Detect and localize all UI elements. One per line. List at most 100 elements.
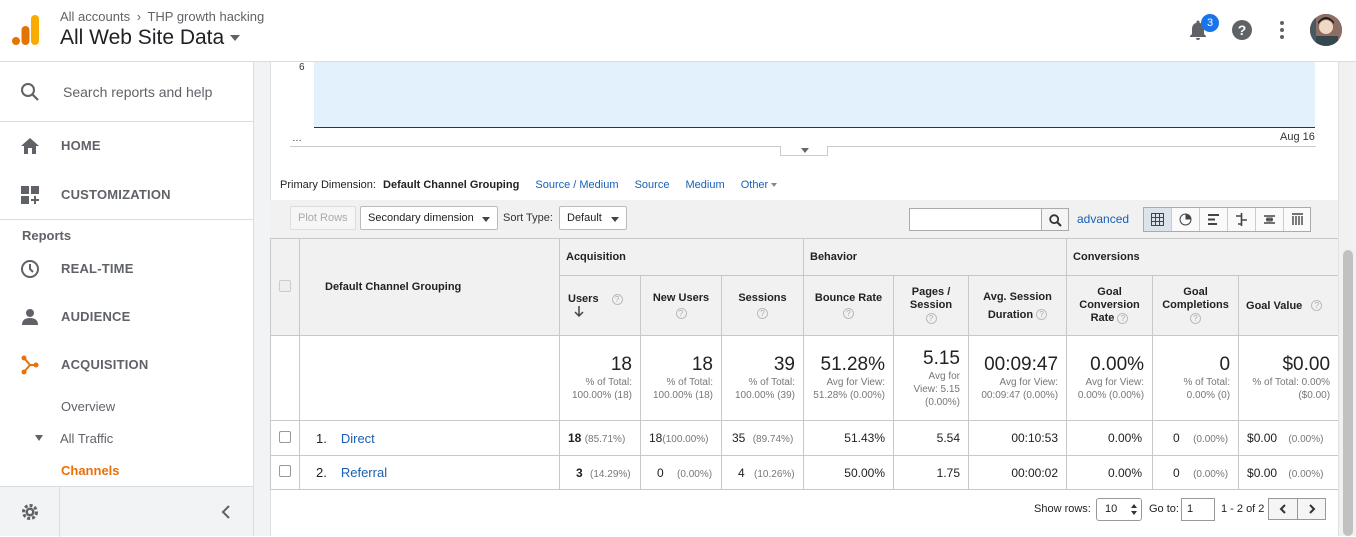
help-icon[interactable]: ?	[925, 312, 937, 324]
collapse-sidebar-icon[interactable]	[219, 505, 233, 519]
total-pages-session: 5.15 Avg for View: 5.15 (0.00%)	[893, 335, 969, 421]
sidebar-item-audience[interactable]: AUDIENCE	[0, 294, 253, 342]
comparison-view-button[interactable]	[1228, 208, 1256, 231]
row-select-cell	[270, 420, 300, 456]
totals-row: 18% of Total: 100.00% (18) 18% of Total:…	[270, 335, 1340, 421]
goto-input[interactable]: 1	[1181, 498, 1215, 521]
col-sessions[interactable]: Sessions?	[721, 275, 804, 336]
col-avg-session-duration[interactable]: Avg. Session Duration ?	[967, 275, 1068, 336]
col-goal-value[interactable]: Goal Value ?	[1238, 275, 1340, 336]
prev-page-button[interactable]	[1269, 499, 1298, 519]
dimension-source[interactable]: Source	[635, 179, 670, 191]
sidebar-item-acquisition[interactable]: ACQUISITION	[0, 342, 253, 390]
help-icon[interactable]: ?	[1117, 312, 1129, 324]
select-all-cell	[270, 238, 300, 336]
row-users-value: 18	[568, 431, 582, 445]
more-vert-icon[interactable]	[1270, 18, 1294, 42]
col-bounce-rate-label: Bounce Rate	[814, 291, 883, 304]
dimension-source-medium[interactable]: Source / Medium	[535, 179, 618, 191]
data-table-view-button[interactable]	[1144, 208, 1172, 231]
breadcrumb-all-accounts[interactable]: All accounts	[60, 9, 130, 24]
col-bounce-rate[interactable]: Bounce Rate?	[803, 275, 894, 336]
row-checkbox[interactable]	[279, 430, 291, 443]
admin-button[interactable]	[0, 487, 60, 537]
col-goal-completions[interactable]: Goal Completions?	[1152, 275, 1240, 336]
analytics-logo-icon[interactable]	[12, 15, 40, 45]
row-sessions-value: 4	[738, 465, 745, 480]
help-icon[interactable]: ?	[1311, 300, 1323, 312]
total-bounce-rate: 51.28% Avg for View: 51.28% (0.00%)	[803, 335, 894, 421]
plot-rows-button[interactable]: Plot Rows	[290, 206, 356, 230]
caret-down-icon[interactable]	[230, 35, 241, 42]
totals-label-cell	[299, 335, 560, 421]
row-dimension-cell: 2. Referral	[299, 455, 560, 490]
advanced-filter-link[interactable]: advanced	[1077, 212, 1129, 226]
total-goal-conversion-rate-value: 0.00%	[1090, 354, 1145, 375]
scrollbar-thumb[interactable]	[1343, 250, 1353, 536]
help-icon[interactable]: ?	[1190, 312, 1202, 324]
pivot-view-button[interactable]	[1284, 208, 1312, 231]
row-pages-session: 5.54	[893, 420, 969, 456]
secondary-dimension-dropdown[interactable]: Secondary dimension	[360, 206, 498, 230]
help-icon[interactable]: ?	[611, 294, 623, 306]
total-new-users: 18% of Total: 100.00% (18)	[640, 335, 722, 421]
help-icon[interactable]: ?	[1036, 309, 1048, 321]
select-all-checkbox[interactable]	[279, 279, 291, 292]
sidebar-search[interactable]: Search reports and help	[0, 62, 253, 122]
chart-collapse-toggle[interactable]	[780, 146, 828, 156]
breadcrumb[interactable]: All accounts › THP growth hacking	[60, 9, 264, 24]
view-name[interactable]: All Web Site Data	[60, 26, 224, 49]
col-goal-conversion-rate[interactable]: Goal Conversion Rate ?	[1066, 275, 1154, 336]
term-cloud-view-button[interactable]	[1256, 208, 1284, 231]
help-icon[interactable]: ?	[675, 308, 687, 320]
next-page-button[interactable]	[1298, 499, 1326, 519]
row-users-pct: (14.29%)	[590, 468, 631, 480]
breadcrumb-account[interactable]: THP growth hacking	[147, 9, 264, 24]
dimension-header[interactable]: Default Channel Grouping	[299, 238, 560, 336]
sidebar-subitem-all-traffic[interactable]: All Traffic	[60, 431, 113, 446]
pie-view-button[interactable]	[1172, 208, 1200, 231]
col-pages-session[interactable]: Pages / Session?	[893, 275, 969, 336]
dimension-other[interactable]: Other	[741, 179, 769, 191]
avatar[interactable]	[1310, 14, 1342, 46]
help-icon[interactable]: ?	[757, 308, 768, 320]
sidebar-subitem-channels[interactable]: Channels	[61, 463, 120, 478]
row-checkbox[interactable]	[279, 465, 291, 477]
sidebar-search-input[interactable]: Search reports and help	[63, 84, 212, 100]
search-icon	[1049, 214, 1062, 227]
table-search-button[interactable]	[1041, 208, 1069, 231]
sidebar-subitem-overview[interactable]: Overview	[61, 399, 115, 414]
gear-icon	[22, 504, 38, 520]
sidebar-item-label: ACQUISITION	[61, 357, 149, 372]
top-header: All accounts › THP growth hacking All We…	[0, 0, 1356, 62]
clock-icon	[21, 260, 39, 278]
row-channel-link[interactable]: Referral	[341, 465, 387, 480]
sidebar-item-home[interactable]: HOME	[0, 123, 253, 171]
bar-list-icon	[1208, 214, 1219, 225]
col-goal-value-label: Goal Value	[1246, 299, 1303, 312]
view-selector[interactable]: All Web Site Data	[60, 26, 241, 50]
table-row: 1. Direct 18 (85.71%) 18(100.00%) 35 (89.…	[270, 420, 1340, 456]
chart-area[interactable]	[314, 62, 1315, 128]
caret-down-icon[interactable]	[771, 183, 778, 188]
acquisition-icon	[21, 355, 39, 375]
row-channel-link[interactable]: Direct	[341, 431, 375, 446]
dimension-medium[interactable]: Medium	[686, 179, 725, 191]
page-scrollbar[interactable]	[1338, 62, 1356, 536]
triangle-down-icon[interactable]	[35, 435, 43, 441]
caret-down-icon	[482, 217, 490, 222]
performance-view-button[interactable]	[1200, 208, 1228, 231]
divider	[0, 219, 253, 220]
col-new-users[interactable]: New Users?	[640, 275, 722, 336]
sort-type-dropdown[interactable]: Default	[559, 206, 627, 230]
help-icon[interactable]: ?	[1230, 18, 1254, 42]
col-users[interactable]: Users ?	[559, 275, 641, 336]
sidebar-item-customization[interactable]: CUSTOMIZATION	[0, 172, 253, 220]
sort-arrow-down-icon[interactable]	[574, 305, 584, 318]
col-users-label: Users	[568, 293, 599, 306]
help-icon[interactable]: ?	[843, 308, 854, 320]
table-search-input[interactable]	[909, 208, 1042, 231]
secondary-dimension-label: Secondary dimension	[368, 212, 474, 224]
sidebar-item-realtime[interactable]: REAL-TIME	[0, 246, 253, 294]
show-rows-select[interactable]: 10	[1096, 498, 1142, 521]
